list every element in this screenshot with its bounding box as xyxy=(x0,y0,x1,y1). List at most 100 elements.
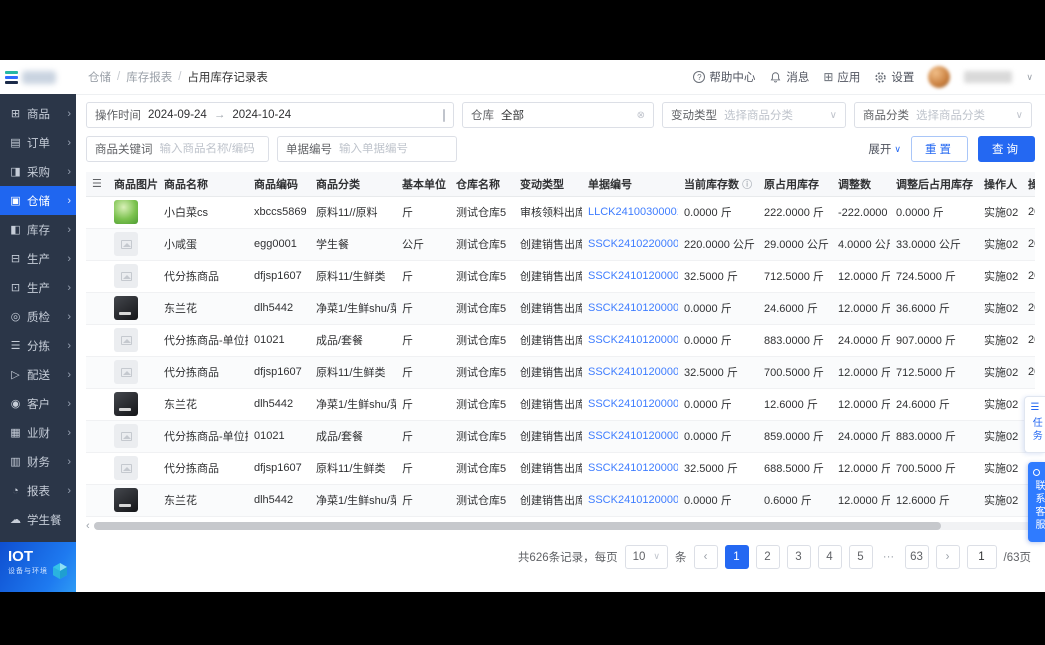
warehouse-name: 测试仓库5 xyxy=(450,292,514,325)
warehouse-name: 测试仓库5 xyxy=(450,452,514,485)
delivery-icon: ▷ xyxy=(11,369,20,381)
doc-number-link[interactable]: SSCK24101200002 xyxy=(588,430,678,442)
keyword-field: 商品关键词 xyxy=(86,136,269,162)
orders-icon: ▤ xyxy=(10,137,21,149)
product-category: 原料11/生鲜类 xyxy=(310,452,396,485)
user-menu-caret-icon[interactable]: ∨ xyxy=(1026,72,1033,83)
gear-icon xyxy=(875,71,887,83)
scroll-left-hint-icon[interactable]: ‹ xyxy=(86,520,90,532)
doc-number-link[interactable]: SSCK24101200003 xyxy=(588,366,678,378)
page-button-3[interactable]: 3 xyxy=(786,544,811,569)
sidebar-item-sorting[interactable]: ☰ 分拣 › xyxy=(0,331,76,360)
sidebar-item-biz-finance[interactable]: ▦ 业财 › xyxy=(0,418,76,447)
apps-button[interactable]: ⊞ 应用 xyxy=(823,69,860,85)
chevron-right-icon: › xyxy=(67,397,71,410)
sidebar-item-production-2[interactable]: ⊡ 生产 › xyxy=(0,273,76,302)
product-name: 小咸蛋 xyxy=(158,228,248,261)
customer-service-floating-button[interactable]: 联系客服 xyxy=(1028,462,1045,542)
page-jump-input[interactable] xyxy=(966,544,997,569)
prev-page-button[interactable]: ‹ xyxy=(693,544,718,569)
adjustment-qty: 12.0000 斤 xyxy=(832,484,890,517)
avatar[interactable] xyxy=(928,66,951,88)
products-icon: ⊞ xyxy=(10,108,21,120)
student-meal-icon: ☁ xyxy=(10,514,21,526)
expand-toggle[interactable]: 展开 ∨ xyxy=(868,141,901,157)
product-image xyxy=(114,264,138,288)
original-occupied-stock: 24.6000 斤 xyxy=(758,292,832,325)
current-stock: 0.0000 斤 xyxy=(678,292,758,325)
category-select[interactable]: 商品分类 选择商品分类 ∨ xyxy=(854,102,1032,128)
current-stock: 32.5000 斤 xyxy=(678,356,758,389)
horizontal-scrollbar[interactable] xyxy=(93,521,1035,530)
image-placeholder-icon xyxy=(120,367,132,377)
current-stock: 32.5000 斤 xyxy=(678,452,758,485)
sidebar-item-quality-check[interactable]: ◎ 质检 › xyxy=(0,302,76,331)
breadcrumb-item[interactable]: 库存报表 xyxy=(126,69,172,85)
current-stock: 32.5000 斤 xyxy=(678,260,758,293)
sidebar-item-warehouse[interactable]: ▣ 仓储 › xyxy=(0,186,76,215)
warehouse-select[interactable]: 仓库 全部 ⊗ xyxy=(462,102,654,128)
doc-number-link[interactable]: SSCK24101200004 xyxy=(588,270,678,282)
sidebar-item-orders[interactable]: ▤ 订单 › xyxy=(0,128,76,157)
search-button[interactable]: 查询 xyxy=(978,136,1035,162)
adjusted-occupied-stock: 724.5000 斤 xyxy=(890,260,978,293)
sidebar-item-production-1[interactable]: ⊟ 生产 › xyxy=(0,244,76,273)
page-button-63[interactable]: 63 xyxy=(904,544,929,569)
breadcrumb-item: 占用库存记录表 xyxy=(187,72,268,84)
doc-number-input[interactable] xyxy=(339,143,448,155)
headset-icon xyxy=(1033,469,1040,476)
per-page-select[interactable]: 10 ∨ xyxy=(624,544,668,569)
sidebar-item-reports[interactable]: ◔ 报表 › xyxy=(0,476,76,505)
page-button-1[interactable]: 1 xyxy=(724,544,749,569)
sidebar-item-inventory[interactable]: ◧ 库存 › xyxy=(0,215,76,244)
product-image xyxy=(114,296,138,320)
image-placeholder-icon xyxy=(120,463,132,473)
doc-number-link[interactable]: SSCK24101200003 xyxy=(588,334,678,346)
sidebar-item-purchase[interactable]: ◨ 采购 › xyxy=(0,157,76,186)
help-center-button[interactable]: ? 帮助中心 xyxy=(693,69,755,85)
clear-icon[interactable]: ⊗ xyxy=(637,110,645,121)
doc-number-link[interactable]: SSCK24101200001 xyxy=(588,494,678,506)
settings-button[interactable]: 设置 xyxy=(874,69,914,85)
chevron-right-icon: › xyxy=(67,165,71,178)
doc-number-link[interactable]: LLCK24100300001 xyxy=(588,206,678,218)
doc-number-link[interactable]: SSCK24101200002 xyxy=(588,398,678,410)
keyword-input[interactable] xyxy=(159,143,260,155)
scrollbar-thumb[interactable] xyxy=(93,521,941,530)
sidebar-item-student-meal[interactable]: ☁ 学生餐 xyxy=(0,505,76,534)
warehouse-name: 测试仓库5 xyxy=(450,260,514,293)
doc-number-link[interactable]: SSCK24101200002 xyxy=(588,462,678,474)
chevron-right-icon: › xyxy=(67,339,71,352)
cube-icon xyxy=(50,561,70,586)
sidebar-item-customers[interactable]: ◉ 客户 › xyxy=(0,389,76,418)
messages-button[interactable]: 消息 xyxy=(769,69,809,85)
breadcrumb-item[interactable]: 仓储 xyxy=(88,69,111,85)
next-page-button[interactable]: › xyxy=(935,544,960,569)
adjusted-occupied-stock: 36.6000 斤 xyxy=(890,292,978,325)
warehouse-icon: ▣ xyxy=(10,195,21,207)
column-settings-icon[interactable]: ☰ xyxy=(92,178,102,190)
adjusted-occupied-stock: 907.0000 斤 xyxy=(890,324,978,357)
doc-number-link[interactable]: SSCK24101200003 xyxy=(588,302,678,314)
company-logo[interactable] xyxy=(0,60,76,94)
change-type-select[interactable]: 变动类型 选择商品分类 ∨ xyxy=(662,102,846,128)
page-button-4[interactable]: 4 xyxy=(817,544,842,569)
page-button-5[interactable]: 5 xyxy=(848,544,873,569)
doc-number-link[interactable]: SSCK24102200001 xyxy=(588,238,678,250)
finance-icon: ▥ xyxy=(10,456,21,468)
filter-row-1: 操作时间 2024-09-24 → 2024-10-24 仓库 全部 ⊗ 变动类… xyxy=(86,102,1035,128)
date-range-picker[interactable]: 操作时间 2024-09-24 → 2024-10-24 xyxy=(86,102,454,128)
page-button-2[interactable]: 2 xyxy=(755,544,780,569)
tasks-floating-button[interactable]: ☰ 任务 xyxy=(1024,396,1045,453)
sidebar-item-products[interactable]: ⊞ 商品 › xyxy=(0,99,76,128)
base-unit: 斤 xyxy=(396,388,450,421)
warehouse-name: 测试仓库5 xyxy=(450,420,514,453)
sidebar-item-delivery[interactable]: ▷ 配送 › xyxy=(0,360,76,389)
product-name: 代分拣商品-单位换算 xyxy=(158,420,248,453)
sidebar-item-finance[interactable]: ▥ 财务 › xyxy=(0,447,76,476)
filter-actions: 展开 ∨ 重置 查询 xyxy=(868,136,1035,162)
reset-button[interactable]: 重置 xyxy=(911,136,968,162)
sidebar-item-label: 学生餐 xyxy=(27,514,62,527)
help-icon: ? xyxy=(693,71,706,83)
original-occupied-stock: 0.6000 斤 xyxy=(758,484,832,517)
